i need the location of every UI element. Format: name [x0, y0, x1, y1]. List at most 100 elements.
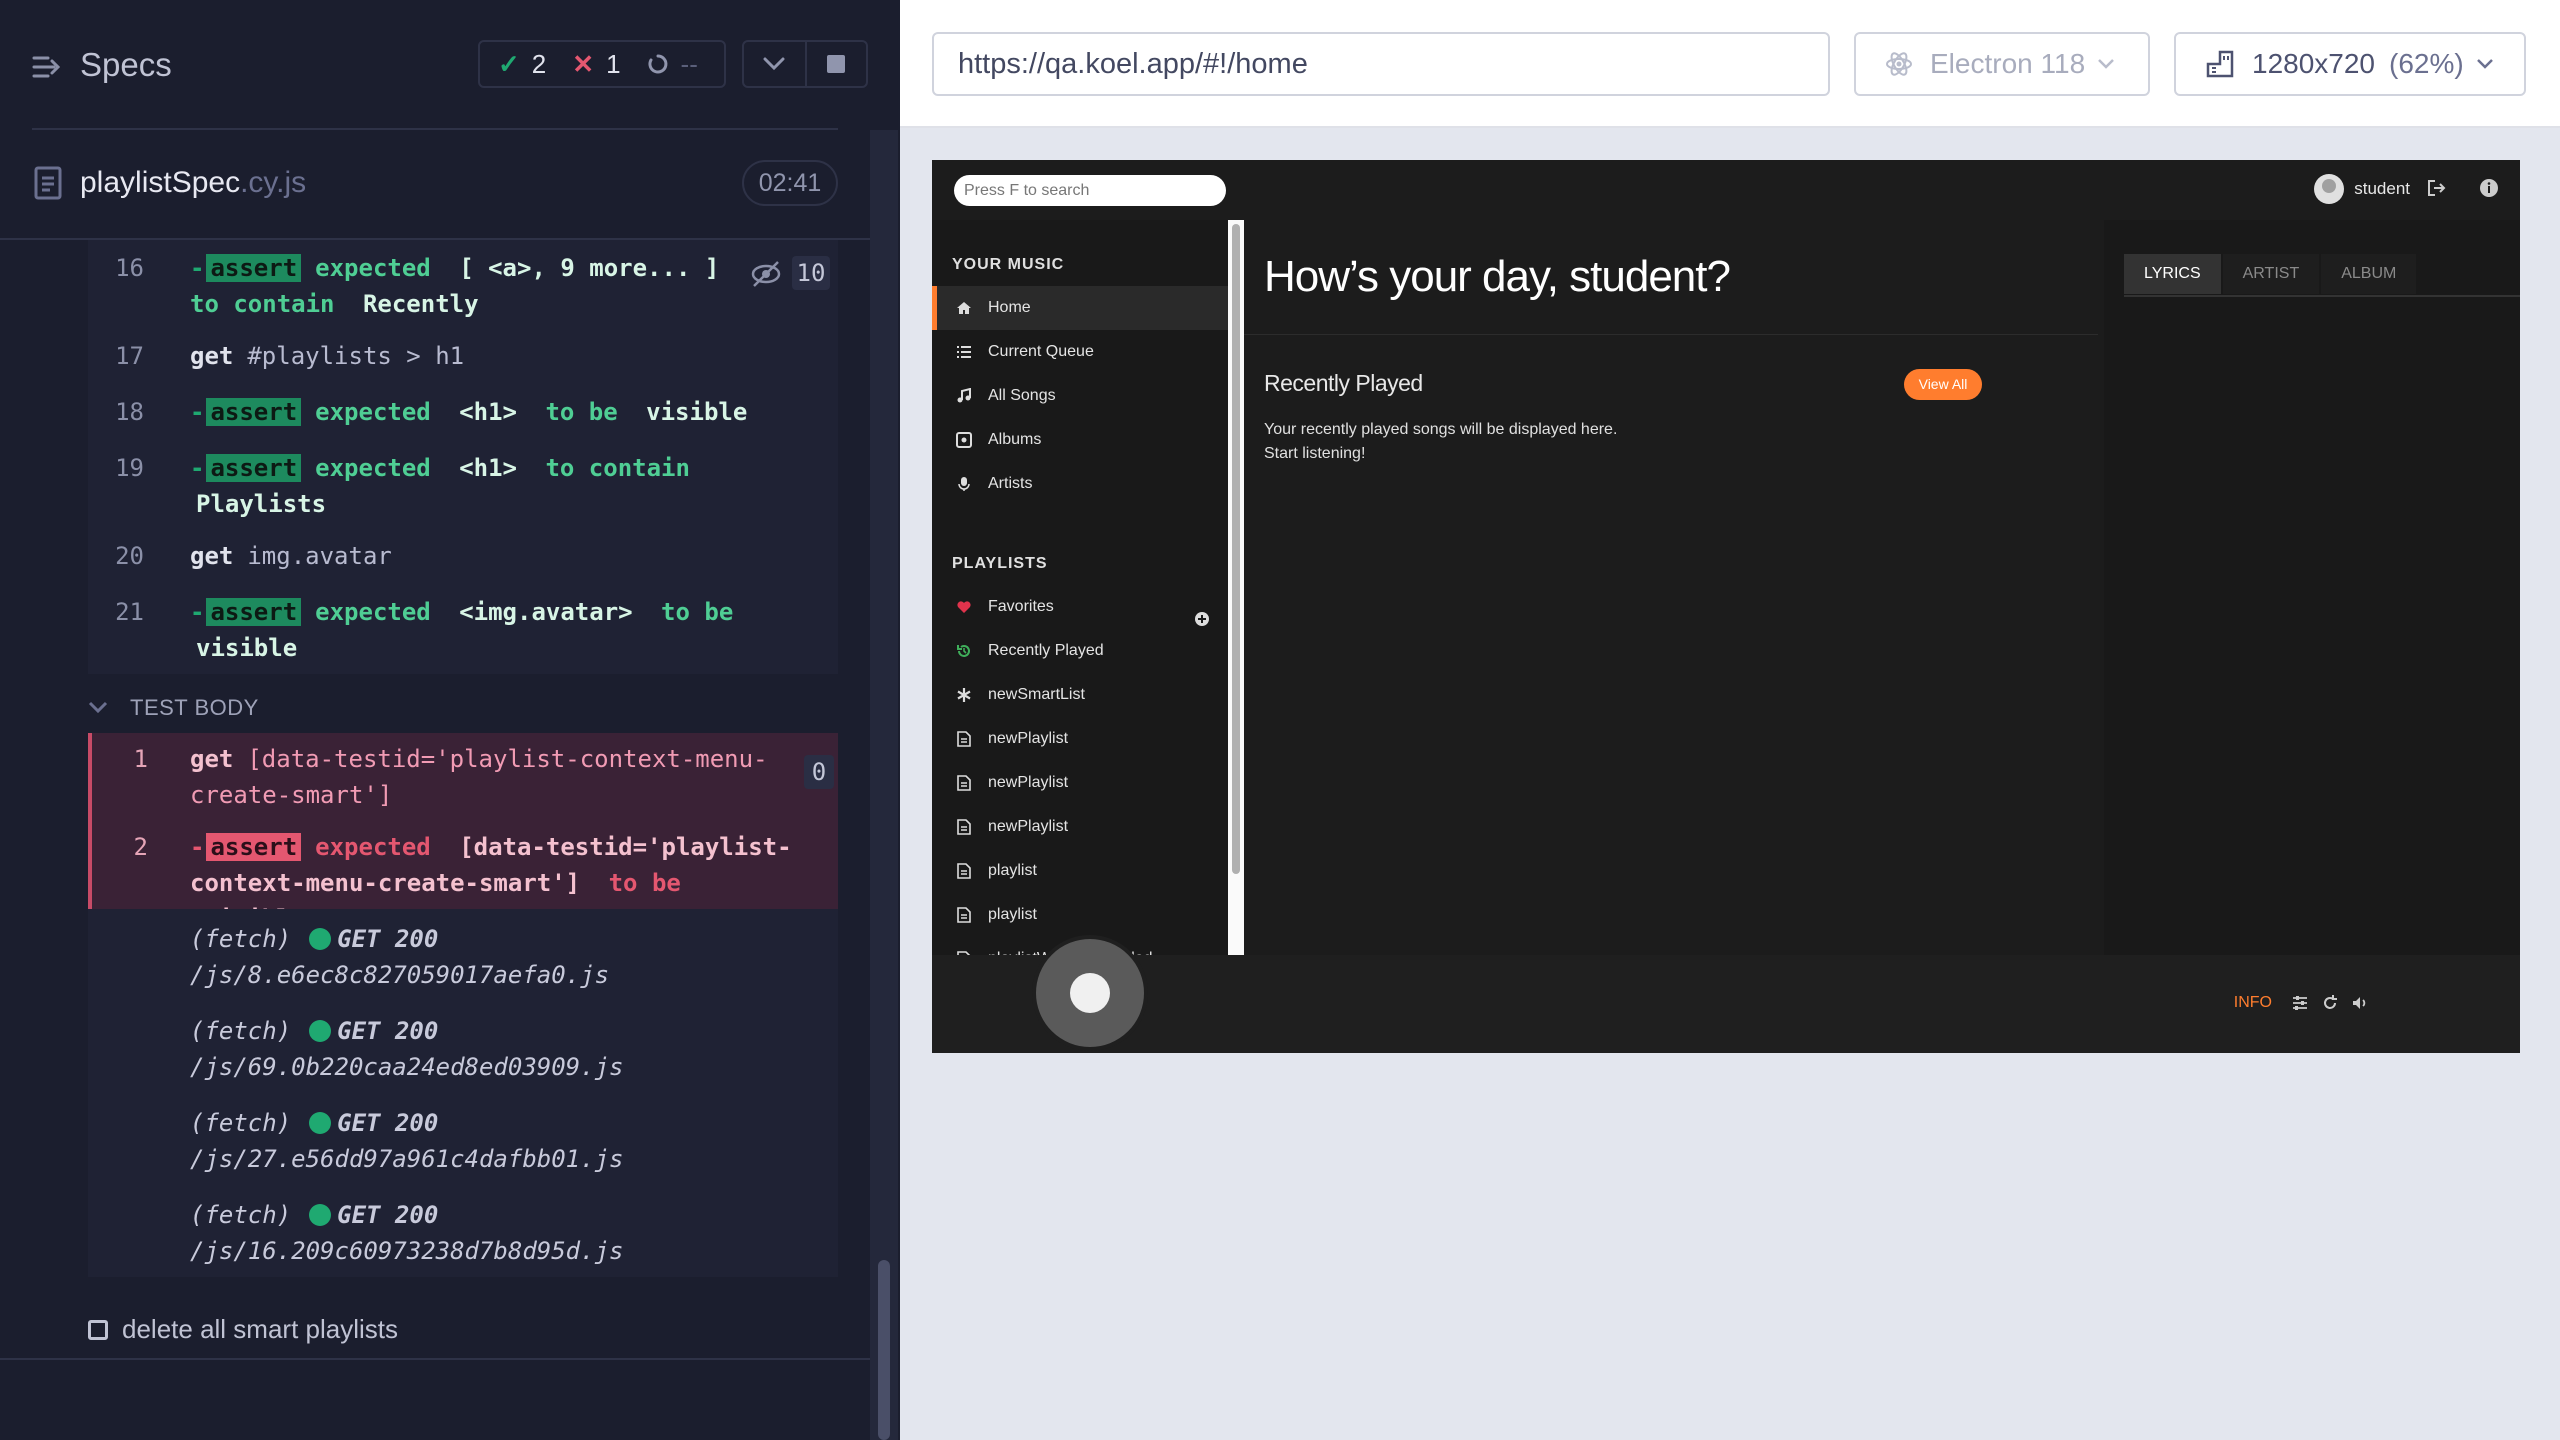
fetch-row[interactable]: (fetch) GET 200/js/69.0b220caa24ed8ed0390… — [190, 1013, 810, 1085]
repeat-icon[interactable] — [2320, 993, 2340, 1013]
command-log-passed: 16 - assert expected [ <a>, 9 more... ] to… — [88, 240, 838, 674]
status-dot — [309, 928, 332, 950]
playlist-item[interactable]: playlist — [932, 849, 1228, 893]
fetch-row[interactable]: (fetch) GET 200/js/16.209c60973238d7b8d95… — [190, 1197, 810, 1269]
home-screen: How’s your day, student? Recently Played… — [1244, 220, 2098, 955]
chevron-down-icon — [88, 701, 108, 714]
failed-commands: 1 get [data-testid='playlist-context-menu… — [88, 733, 838, 933]
runner-panel: Specs ✓ 2 ✕ 1 -- playlistSpec.cy.js 02:41 — [0, 0, 900, 1440]
status-dot — [309, 1112, 332, 1134]
test-item-pending[interactable]: delete all smart playlists — [88, 1314, 398, 1345]
aut-header: https://qa.koel.app/#!/home Electron 118… — [900, 0, 2560, 128]
extra-tabs: LYRICS ARTIST ALBUM — [2124, 254, 2418, 294]
recently-played-heading: Recently Played — [1264, 370, 1423, 396]
nav-all-songs[interactable]: All Songs — [932, 374, 1228, 418]
sidebar-scrollbar[interactable] — [1228, 220, 1244, 955]
file-icon — [956, 907, 972, 923]
fetch-log: (fetch) GET 200/js/8.e6ec8c827059017aefa0… — [88, 909, 838, 1277]
asterisk-icon — [956, 687, 972, 703]
koel-topbar: Press F to search student — [932, 160, 2520, 220]
assert-badge: assert — [206, 254, 302, 282]
nav-current-queue[interactable]: Current Queue — [932, 330, 1228, 374]
equalizer-icon[interactable] — [2290, 993, 2310, 1013]
electron-icon — [1886, 52, 1912, 76]
nav-albums[interactable]: Albums — [932, 418, 1228, 462]
album-cover[interactable] — [1032, 935, 1148, 1051]
player-tools: INFO — [2234, 993, 2380, 1013]
assert-badge: assert — [206, 454, 302, 482]
divider — [0, 1358, 870, 1360]
url-display[interactable]: https://qa.koel.app/#!/home — [932, 32, 1830, 96]
file-icon — [956, 731, 972, 747]
playlist-item[interactable]: playlist — [932, 893, 1228, 937]
pending-stat: -- — [647, 49, 698, 80]
pending-checkbox-icon — [88, 1319, 108, 1340]
album-icon — [956, 432, 972, 448]
assert-badge-failed: assert — [206, 833, 302, 861]
playlist-item[interactable]: newPlaylist — [932, 761, 1228, 805]
view-all-button[interactable]: View All — [1904, 369, 1982, 400]
nav-artists[interactable]: Artists — [932, 462, 1228, 506]
heart-icon — [956, 599, 972, 615]
playlist-item[interactable]: newPlaylist — [932, 805, 1228, 849]
playlists-heading: PLAYLISTS — [952, 555, 1048, 572]
avatar — [2314, 174, 2345, 204]
search-input[interactable]: Press F to search — [954, 175, 1226, 206]
spec-duration: 02:41 — [742, 160, 838, 206]
nav-home[interactable]: Home — [932, 286, 1228, 330]
assert-badge: assert — [206, 598, 302, 626]
fetch-row[interactable]: (fetch) GET 200/js/8.e6ec8c827059017aefa0… — [190, 921, 810, 993]
runner-header: Specs ✓ 2 ✕ 1 -- — [0, 0, 900, 130]
greeting-heading: How’s your day, student? — [1264, 252, 1731, 301]
spec-file-row[interactable]: playlistSpec.cy.js 02:41 — [0, 130, 870, 240]
file-icon — [956, 819, 972, 835]
check-icon: ✓ — [498, 48, 520, 79]
fetch-row[interactable]: (fetch) GET 200/js/27.e56dd97a961c4dafbb0… — [190, 1105, 810, 1177]
test-body-section[interactable]: TEST BODY — [88, 690, 259, 726]
logout-icon[interactable] — [2426, 177, 2448, 199]
tab-album[interactable]: ALBUM — [2321, 254, 2417, 294]
runner-scrollbar[interactable] — [870, 130, 898, 1440]
pending-spinner-icon — [647, 54, 667, 74]
home-icon — [956, 300, 972, 316]
file-icon — [956, 775, 972, 791]
chevron-down-icon — [763, 57, 785, 71]
volume-icon[interactable] — [2350, 993, 2370, 1013]
element-count-badge: 10 — [792, 256, 830, 290]
user-profile-link[interactable]: student — [2314, 174, 2410, 204]
assert-badge: assert — [206, 398, 302, 426]
viewport-selector[interactable]: 1280x720 (62%) — [2174, 32, 2526, 96]
spec-file-name: playlistSpec.cy.js — [80, 166, 307, 199]
info-icon[interactable] — [2478, 177, 2500, 199]
playlist-smart[interactable]: newSmartList — [932, 673, 1228, 717]
command-body: - assert expected [ <a>, 9 more... ] to co… — [190, 254, 720, 318]
divider — [1244, 334, 2098, 335]
expand-button[interactable] — [744, 42, 805, 86]
playlist-recently-played[interactable]: Recently Played — [932, 629, 1228, 673]
eye-slash-icon — [751, 261, 781, 287]
ruler-icon — [2206, 50, 2234, 78]
your-music-heading: YOUR MUSIC — [952, 256, 1065, 273]
koel-sidebar: YOUR MUSIC Home Current Queue All Songs … — [932, 220, 1244, 967]
microphone-icon — [956, 476, 972, 492]
tab-lyrics[interactable]: LYRICS — [2124, 254, 2221, 294]
info-toggle-button[interactable]: INFO — [2234, 994, 2272, 1012]
tab-artist[interactable]: ARTIST — [2222, 254, 2320, 294]
scrollbar-thumb[interactable] — [1232, 224, 1240, 874]
stop-button[interactable] — [804, 42, 866, 86]
scrollbar-thumb[interactable] — [878, 1260, 890, 1440]
stop-icon — [827, 55, 846, 73]
document-icon — [34, 166, 62, 200]
specs-title[interactable]: Specs — [80, 46, 172, 84]
specs-toggle-icon[interactable] — [32, 52, 62, 82]
history-icon — [956, 643, 972, 659]
divider — [2124, 295, 2520, 297]
playlist-favorites[interactable]: Favorites — [932, 585, 1228, 629]
koel-logo-icon — [1070, 973, 1110, 1013]
failed-stat: ✕ 1 — [572, 48, 621, 79]
playlist-item[interactable]: newPlaylist — [932, 717, 1228, 761]
browser-selector[interactable]: Electron 118 — [1854, 32, 2150, 96]
list-icon — [956, 344, 972, 360]
run-controls — [742, 40, 868, 88]
app-under-test: Press F to search student YOUR MUSIC Hom… — [932, 160, 2520, 1053]
